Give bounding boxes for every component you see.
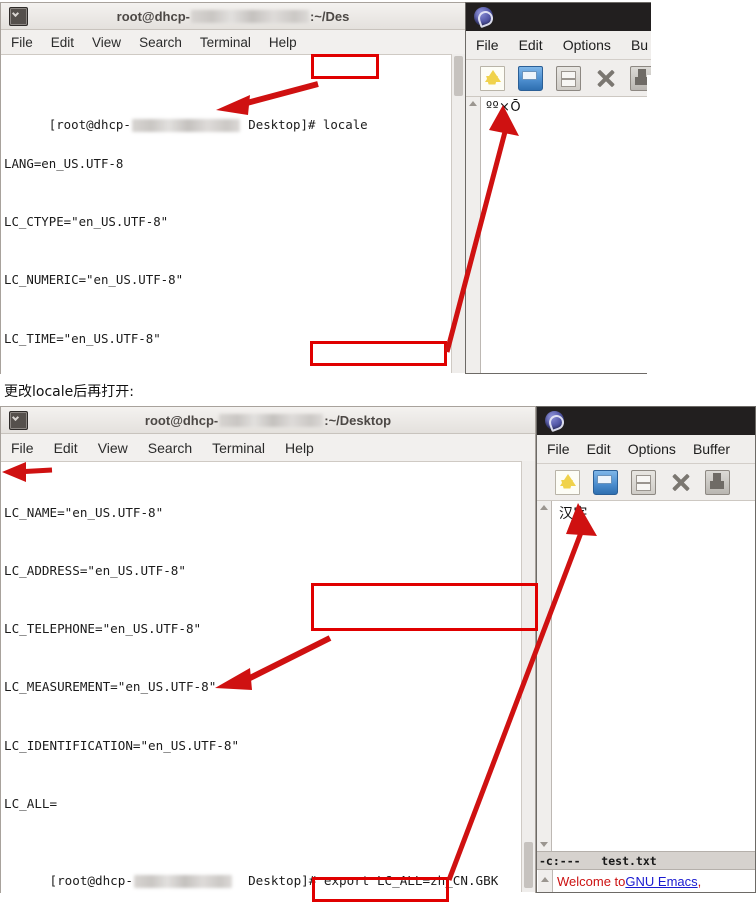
bottom-emacs-mode-line: -c:--- test.txt	[537, 851, 755, 870]
menu-file[interactable]: File	[11, 35, 33, 50]
top-terminal-output[interactable]: [root@dhcp- Desktop]# locale LANG=en_US.…	[1, 55, 465, 375]
top-terminal-title: root@dhcp- :~/Des	[1, 9, 465, 24]
terminal-line: LANG=en_US.UTF-8	[4, 156, 124, 172]
menu-edit[interactable]: Edit	[519, 37, 543, 53]
save-icon[interactable]	[556, 65, 581, 91]
bottom-emacs-titlebar[interactable]	[537, 407, 755, 435]
terminal-line: LC_CTYPE="en_US.UTF-8"	[4, 214, 169, 230]
echo-suffix: ,	[697, 873, 702, 889]
save-as-icon[interactable]	[705, 469, 730, 495]
terminal-line: LC_NAME="en_US.UTF-8"	[4, 504, 164, 520]
new-file-icon[interactable]	[480, 65, 505, 91]
bottom-emacs-toolbar[interactable]	[537, 464, 755, 501]
bottom-terminal-title: root@dhcp- :~/Desktop	[1, 413, 535, 428]
echo-prefix: Welcome to	[557, 873, 626, 889]
terminal-line: [root@dhcp- Desktop]# export LC_ALL=zh_C…	[49, 873, 499, 889]
menu-help[interactable]: Help	[269, 35, 297, 50]
bottom-emacs-echo-area: Welcome to GNU Emacs,	[537, 870, 755, 892]
emacs-fringe	[537, 501, 552, 851]
close-icon[interactable]	[669, 471, 692, 494]
bottom-terminal-menubar[interactable]: File Edit View Search Terminal Help	[1, 434, 535, 462]
bottom-emacs-window[interactable]: File Edit Options Buffer 汉字 -c:--- test.…	[536, 406, 756, 893]
terminal-line: LC_ALL=	[4, 795, 58, 811]
menu-buffers[interactable]: Buffer	[693, 441, 730, 457]
gnu-emacs-link[interactable]: GNU Emacs	[625, 874, 697, 889]
redacted-hostname	[219, 413, 324, 427]
bottom-emacs-buffer-text: 汉字	[559, 506, 588, 522]
menu-buffers[interactable]: Bu	[631, 37, 648, 53]
top-terminal-title-prefix: root@dhcp-	[116, 8, 190, 24]
bottom-terminal-title-prefix: root@dhcp-	[144, 412, 219, 428]
scroll-down-arrow-icon[interactable]	[541, 877, 549, 882]
menu-view[interactable]: View	[98, 440, 128, 456]
open-folder-icon[interactable]	[518, 65, 543, 91]
top-terminal-title-suffix: :~/Des	[309, 8, 350, 24]
top-terminal-scrollbar[interactable]	[451, 54, 465, 373]
bottom-terminal-title-suffix: :~/Desktop	[324, 412, 392, 428]
top-terminal-menubar[interactable]: File Edit View Search Terminal Help	[1, 30, 465, 55]
scroll-up-arrow-icon[interactable]	[469, 101, 477, 106]
scroll-down-arrow-icon[interactable]	[540, 842, 548, 847]
menu-help[interactable]: Help	[285, 440, 314, 456]
menu-options[interactable]: Options	[563, 37, 611, 53]
emacs-logo-icon	[545, 411, 564, 430]
terminal-line: LC_MEASUREMENT="en_US.UTF-8"	[4, 679, 217, 695]
top-emacs-right-clip2	[651, 28, 756, 75]
emacs-logo-icon	[474, 7, 493, 26]
terminal-icon	[9, 7, 28, 26]
terminal-line: LC_ADDRESS="en_US.UTF-8"	[4, 563, 186, 579]
bottom-terminal-window[interactable]: root@dhcp- :~/Desktop File Edit View Sear…	[0, 406, 536, 894]
bottom-terminal-titlebar[interactable]: root@dhcp- :~/Desktop	[1, 407, 535, 434]
menu-terminal[interactable]: Terminal	[200, 35, 251, 50]
menu-edit[interactable]: Edit	[51, 35, 74, 50]
menu-search[interactable]: Search	[139, 35, 182, 50]
bottom-terminal-scrollbar[interactable]	[521, 461, 535, 892]
caption-between-sections: 更改locale后再打开:	[4, 384, 134, 400]
menu-edit[interactable]: Edit	[54, 440, 78, 456]
top-terminal-titlebar[interactable]: root@dhcp- :~/Des	[1, 3, 465, 30]
bottom-terminal-output[interactable]: LC_NAME="en_US.UTF-8" LC_ADDRESS="en_US.…	[1, 462, 535, 894]
terminal-line: [root@dhcp- Desktop]# locale	[48, 117, 368, 133]
top-emacs-right-clip3	[647, 75, 756, 374]
terminal-icon	[9, 411, 28, 430]
new-file-icon[interactable]	[555, 469, 580, 495]
menu-search[interactable]: Search	[148, 440, 192, 456]
top-emacs-buffer-text: ºº×Ō	[486, 100, 521, 115]
bottom-emacs-menubar[interactable]: File Edit Options Buffer	[537, 435, 755, 464]
menu-file[interactable]: File	[476, 37, 499, 53]
menu-options[interactable]: Options	[628, 441, 676, 457]
menu-file[interactable]: File	[11, 440, 34, 456]
bottom-emacs-buffer[interactable]: 汉字	[537, 501, 755, 851]
menu-edit[interactable]: Edit	[587, 441, 611, 457]
scrollbar-thumb[interactable]	[454, 56, 463, 96]
terminal-line: LC_NUMERIC="en_US.UTF-8"	[4, 272, 184, 288]
close-icon[interactable]	[594, 67, 617, 90]
open-folder-icon[interactable]	[593, 469, 618, 495]
terminal-line: LC_TIME="en_US.UTF-8"	[4, 330, 161, 346]
redacted-hostname	[131, 119, 240, 133]
scrollbar-thumb[interactable]	[524, 842, 533, 888]
save-icon[interactable]	[631, 469, 656, 495]
emacs-fringe	[466, 97, 481, 373]
redacted-hostname	[190, 9, 309, 23]
scroll-up-arrow-icon[interactable]	[540, 505, 548, 510]
terminal-line: LC_IDENTIFICATION="en_US.UTF-8"	[4, 737, 240, 753]
top-terminal-window[interactable]: root@dhcp- :~/Des File Edit View Search T…	[0, 2, 466, 375]
menu-view[interactable]: View	[92, 35, 121, 50]
menu-file[interactable]: File	[547, 441, 570, 457]
menu-terminal[interactable]: Terminal	[212, 440, 265, 456]
terminal-line: LC_TELEPHONE="en_US.UTF-8"	[4, 621, 202, 637]
redacted-hostname	[133, 875, 232, 889]
